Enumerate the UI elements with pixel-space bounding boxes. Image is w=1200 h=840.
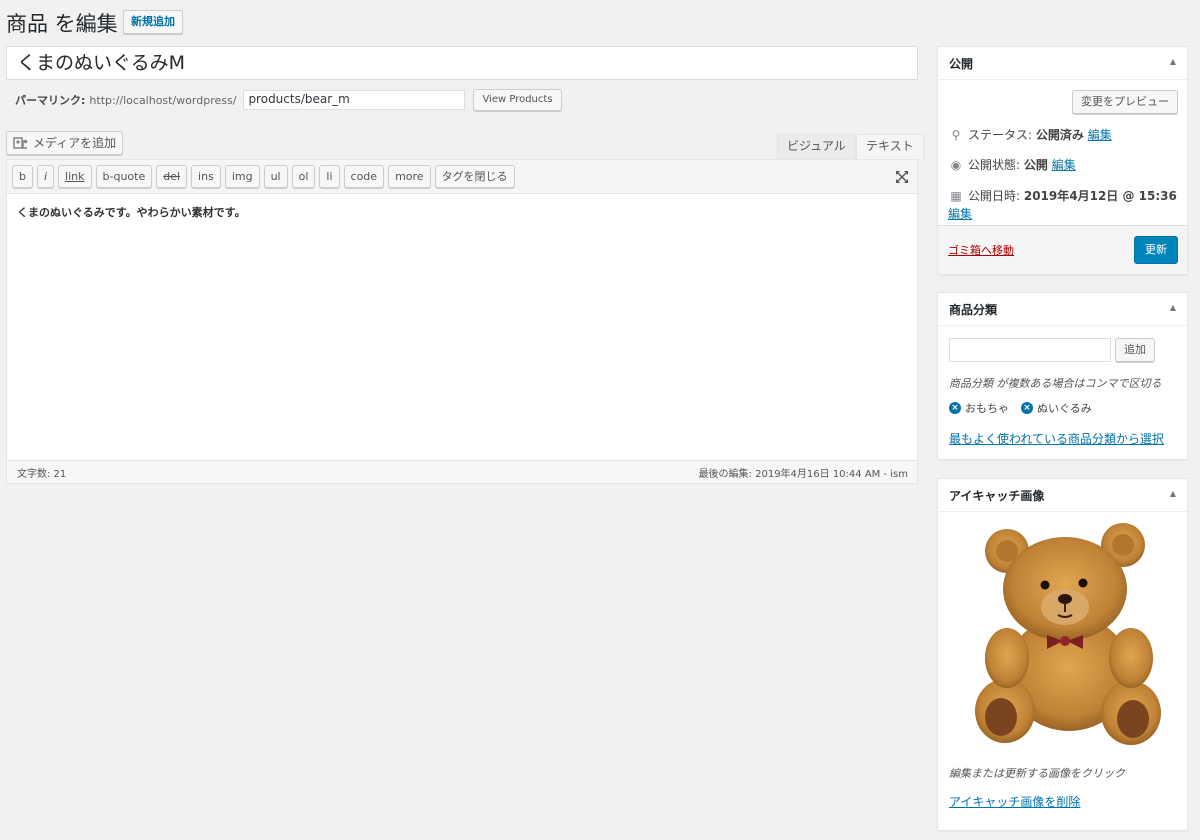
content-editor: b i link b-quote del ins img ul ol li co… <box>6 159 918 484</box>
pin-icon: ⚲ <box>951 128 961 142</box>
publish-box: 公開 ▲ 変更をプレビュー ⚲ ステータス: 公開済み 編集 ◉ 公開状態: 公開 … <box>937 46 1188 275</box>
post-title-input[interactable]: くまのぬいぐるみM <box>6 46 918 80</box>
view-products-button[interactable]: View Products <box>473 89 562 111</box>
quicktag-close-tags-button[interactable]: タグを閉じる <box>434 165 515 188</box>
move-to-trash-link[interactable]: ゴミ箱へ移動 <box>948 242 1014 258</box>
status-row: ⚲ ステータス: 公開済み 編集 <box>948 126 1112 143</box>
remove-tag-icon[interactable]: × <box>1021 402 1033 414</box>
collapse-arrow-icon[interactable]: ▲ <box>1170 489 1176 498</box>
featured-image-teddy-bear[interactable] <box>973 523 1163 749</box>
add-media-label: メディアを追加 <box>33 136 117 150</box>
tab-text[interactable]: テキスト <box>856 134 924 159</box>
quicktag-more-button[interactable]: more <box>388 165 431 188</box>
update-button[interactable]: 更新 <box>1134 236 1178 264</box>
collapse-arrow-icon[interactable]: ▲ <box>1170 57 1176 66</box>
quicktag-li-button[interactable]: li <box>319 165 340 188</box>
word-count: 文字数: 21 <box>17 469 67 480</box>
editor-content-text[interactable]: くまのぬいぐるみです。やわらかい素材です。 <box>17 204 246 220</box>
date-label: 公開日時: <box>968 189 1024 203</box>
tag-label: おもちゃ <box>965 402 1009 415</box>
tag-label: ぬいぐるみ <box>1037 402 1092 415</box>
quicktag-ul-button[interactable]: ul <box>263 165 288 188</box>
page-title: 商品 を編集 <box>6 12 118 36</box>
quicktag-blockquote-button[interactable]: b-quote <box>95 165 153 188</box>
featured-image-box: アイキャッチ画像 ▲ 編集または更新する画像をクリック アイキャッチ画像を削除 <box>937 478 1188 831</box>
add-new-button[interactable]: 新規追加 <box>123 10 183 34</box>
most-used-categories-link[interactable]: 最もよく使われている商品分類から選択 <box>949 430 1164 447</box>
category-box-title: 商品分類 <box>949 303 998 317</box>
quicktag-ol-button[interactable]: ol <box>291 165 316 188</box>
permalink-slug-input[interactable]: products/bear_m <box>243 90 466 110</box>
publish-actions: ゴミ箱へ移動 更新 <box>938 225 1187 274</box>
remove-featured-image-link[interactable]: アイキャッチ画像を削除 <box>949 793 1080 810</box>
permalink-label: パーマリンク: <box>15 94 86 107</box>
quicktag-code-button[interactable]: code <box>343 165 385 188</box>
calendar-icon: ▦ <box>950 189 962 203</box>
preview-changes-button[interactable]: 変更をプレビュー <box>1072 90 1178 114</box>
media-icon <box>13 137 28 149</box>
editor-status-bar: 文字数: 21 最後の編集: 2019年4月16日 10:44 AM - ism <box>7 460 917 483</box>
add-media-button[interactable]: メディアを追加 <box>6 131 124 155</box>
tag-item: × ぬいぐるみ <box>1021 400 1092 416</box>
quicktag-italic-button[interactable]: i <box>36 165 55 188</box>
category-input[interactable] <box>949 338 1111 362</box>
permalink-base-url: http://localhost/wordpress/ <box>89 93 237 107</box>
visibility-value: 公開 <box>1023 158 1048 172</box>
date-value: 2019年4月12日 @ 15:36 <box>1023 189 1177 203</box>
quicktag-ins-button[interactable]: ins <box>191 165 221 188</box>
featured-image-hint: 編集または更新する画像をクリック <box>949 767 1125 780</box>
remove-tag-icon[interactable]: × <box>949 402 961 414</box>
featured-image-title: アイキャッチ画像 <box>949 489 1045 503</box>
category-hint: 商品分類 が複数ある場合はコンマで区切る <box>949 377 1162 390</box>
last-edit-info: 最後の編集: 2019年4月16日 10:44 AM - ism <box>698 469 908 480</box>
visibility-edit-link[interactable]: 編集 <box>1052 158 1076 172</box>
category-add-button[interactable]: 追加 <box>1115 338 1155 362</box>
quicktag-bold-button[interactable]: b <box>12 165 33 188</box>
fullscreen-icon[interactable] <box>895 170 909 184</box>
date-edit-link[interactable]: 編集 <box>948 207 972 221</box>
visibility-label: 公開状態: <box>968 158 1024 172</box>
visibility-row: ◉ 公開状態: 公開 編集 <box>948 156 1076 173</box>
tab-visual[interactable]: ビジュアル <box>777 134 856 159</box>
quicktags-toolbar: b i link b-quote del ins img ul ol li co… <box>7 160 917 194</box>
quicktag-del-button[interactable]: del <box>156 165 188 188</box>
permalink-row: パーマリンク: http://localhost/wordpress/ prod… <box>15 88 562 112</box>
quicktag-link-button[interactable]: link <box>58 165 92 188</box>
publish-box-title: 公開 <box>949 57 974 71</box>
category-box: 商品分類 ▲ 追加 商品分類 が複数ある場合はコンマで区切る × おもちゃ × … <box>937 292 1188 460</box>
status-label: ステータス: <box>968 128 1036 142</box>
collapse-arrow-icon[interactable]: ▲ <box>1170 303 1176 312</box>
status-value: 公開済み <box>1035 128 1084 142</box>
tag-item: × おもちゃ <box>949 400 1009 416</box>
quicktag-img-button[interactable]: img <box>224 165 260 188</box>
category-tags: × おもちゃ × ぬいぐるみ <box>949 400 1092 416</box>
date-row: ▦ 公開日時: 2019年4月12日 @ 15:36 編集 <box>948 187 1180 223</box>
eye-icon: ◉ <box>950 158 962 172</box>
status-edit-link[interactable]: 編集 <box>1088 128 1112 142</box>
